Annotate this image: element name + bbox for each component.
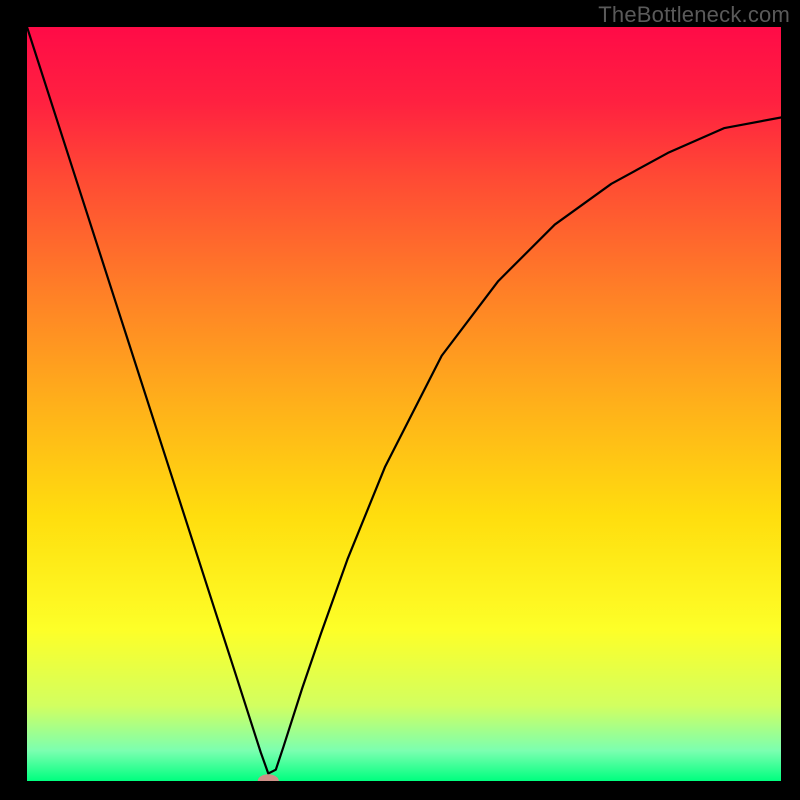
plot-background <box>27 27 781 781</box>
watermark-text: TheBottleneck.com <box>598 2 790 28</box>
plot-area <box>27 27 781 781</box>
chart-frame: TheBottleneck.com <box>0 0 800 800</box>
plot-svg <box>27 27 781 781</box>
